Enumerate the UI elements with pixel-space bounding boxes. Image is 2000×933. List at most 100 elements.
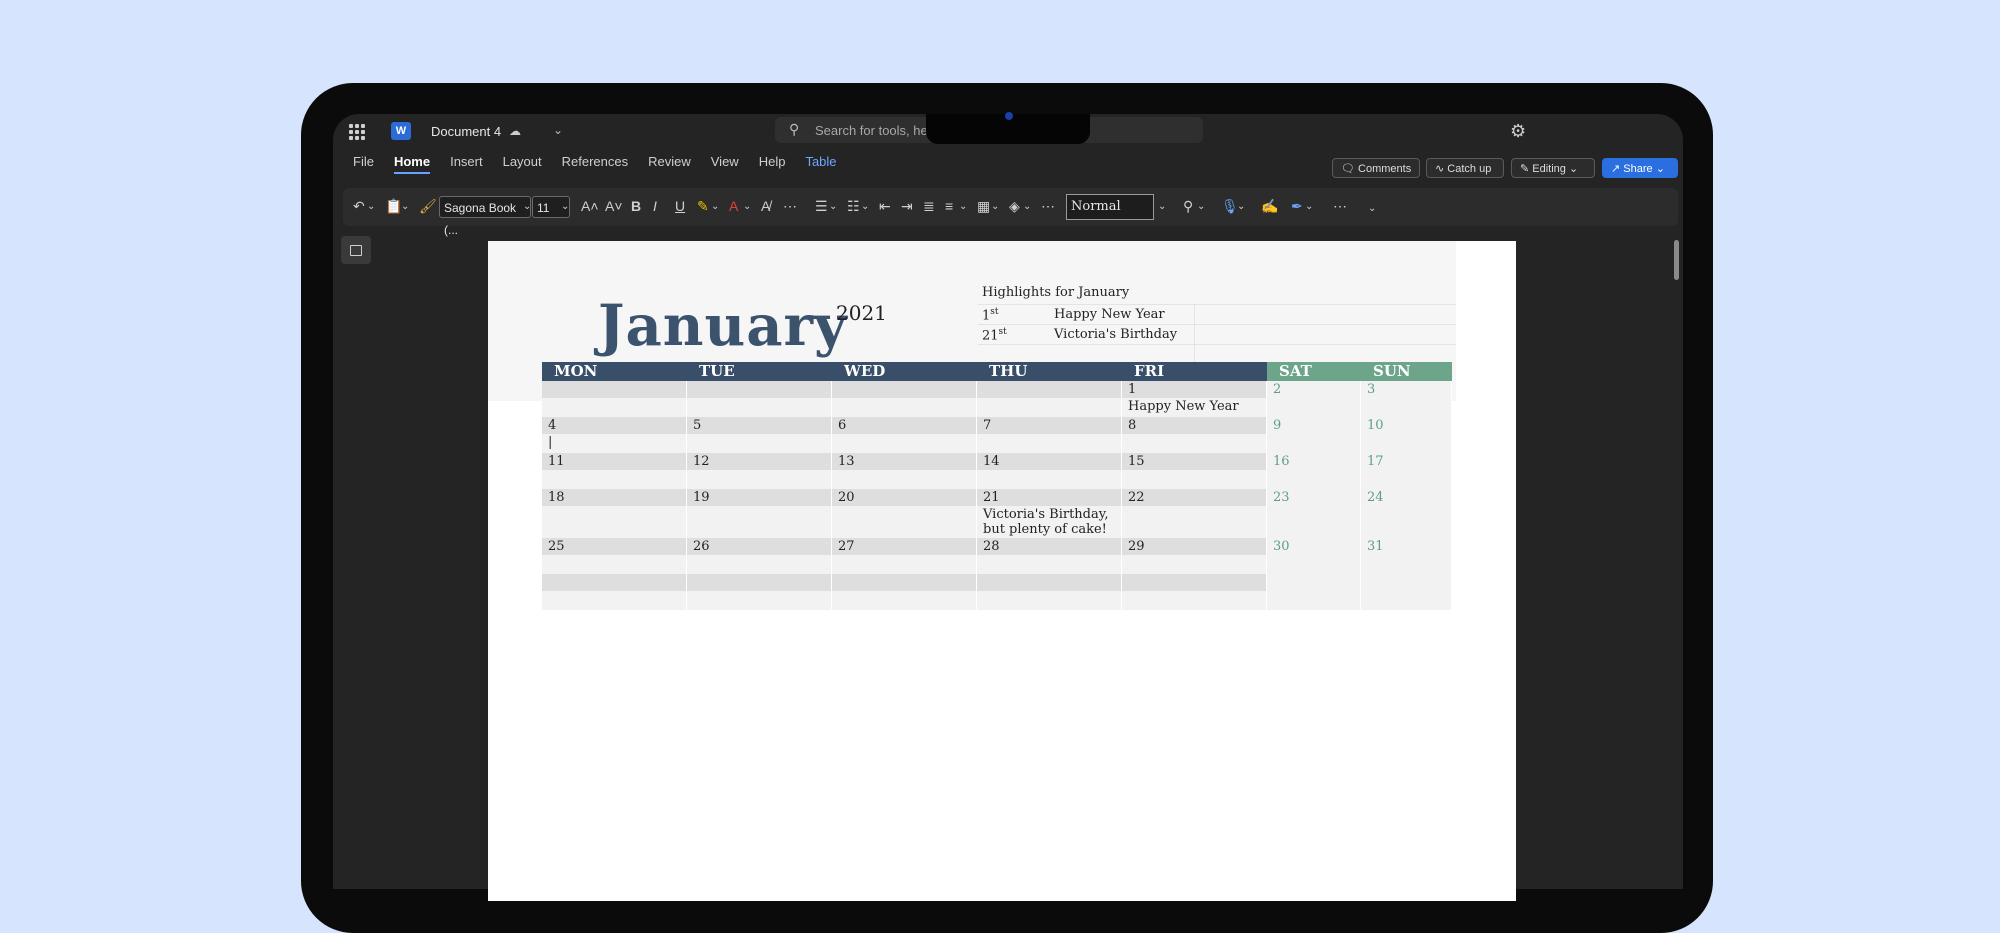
catch-up-button[interactable]: ∿ Catch up <box>1426 158 1504 178</box>
tab-table[interactable]: Table <box>805 152 836 174</box>
shrink-font-icon[interactable]: A˅ <box>605 198 623 214</box>
tab-view[interactable]: View <box>711 152 739 174</box>
italic-icon[interactable]: I <box>653 198 657 214</box>
day-cell[interactable] <box>1267 574 1361 610</box>
day-cell[interactable]: 13 <box>832 453 977 489</box>
paste-clipboard-icon[interactable]: 📋 <box>385 198 402 215</box>
day-cell[interactable]: 14 <box>977 453 1122 489</box>
share-button[interactable]: ↗ Share ⌄ <box>1602 158 1678 178</box>
day-cell[interactable]: 29 <box>1122 538 1267 574</box>
chevron-down-icon[interactable]: ⌄ <box>1023 201 1031 212</box>
font-color-icon[interactable]: A <box>729 198 738 214</box>
app-launcher-icon[interactable] <box>349 124 365 140</box>
tab-help[interactable]: Help <box>759 152 786 174</box>
day-cell[interactable]: 28 <box>977 538 1122 574</box>
chevron-down-icon[interactable]: ⌄ <box>711 201 719 212</box>
day-cell[interactable]: 10 <box>1361 417 1452 453</box>
more-font-options-icon[interactable]: ⋯ <box>783 198 797 215</box>
more-options-icon[interactable]: ⋯ <box>1333 198 1347 215</box>
day-cell[interactable] <box>832 574 977 610</box>
day-cell[interactable]: 11 <box>542 453 687 489</box>
font-name-select[interactable]: Sagona Book (... <box>439 196 531 237</box>
chevron-down-icon[interactable]: ⌄ <box>1197 201 1205 212</box>
day-cell[interactable] <box>832 381 977 417</box>
day-cell[interactable]: 31 <box>1361 538 1452 574</box>
tab-insert[interactable]: Insert <box>450 152 483 174</box>
chevron-down-icon[interactable]: ⌄ <box>367 201 375 212</box>
chevron-down-icon[interactable]: ⌄ <box>401 201 409 212</box>
day-cell[interactable]: 18 <box>542 489 687 538</box>
vertical-scrollbar[interactable] <box>1674 240 1679 280</box>
chevron-down-icon[interactable]: ⌄ <box>861 201 869 212</box>
day-cell[interactable]: 4 | <box>542 417 687 453</box>
day-cell[interactable] <box>687 574 832 610</box>
day-cell[interactable]: 7 <box>977 417 1122 453</box>
tab-layout[interactable]: Layout <box>503 152 542 174</box>
day-cell[interactable] <box>1122 574 1267 610</box>
chevron-down-icon[interactable]: ⌄ <box>959 201 967 212</box>
day-cell[interactable]: 22 <box>1122 489 1267 538</box>
clear-formatting-icon[interactable]: A̸ <box>761 198 770 214</box>
day-cell[interactable]: 26 <box>687 538 832 574</box>
decrease-indent-icon[interactable]: ⇤ <box>879 198 891 215</box>
day-cell[interactable] <box>977 381 1122 417</box>
bullets-icon[interactable]: ☰ <box>815 198 828 215</box>
designer-pen-icon[interactable]: ✒ <box>1291 198 1303 215</box>
day-cell[interactable]: 23 <box>1267 489 1361 538</box>
undo-icon[interactable]: ↶ <box>353 198 365 215</box>
day-cell[interactable]: 12 <box>687 453 832 489</box>
day-cell[interactable]: 3 <box>1361 381 1452 417</box>
day-cell[interactable] <box>1361 574 1452 610</box>
day-cell[interactable]: 20 <box>832 489 977 538</box>
borders-icon[interactable]: ▦ <box>977 198 990 215</box>
bold-icon[interactable]: B <box>631 198 641 214</box>
day-cell[interactable]: 27 <box>832 538 977 574</box>
day-cell[interactable]: 15 <box>1122 453 1267 489</box>
chevron-down-icon[interactable]: ⌄ <box>1305 201 1313 212</box>
chevron-down-icon[interactable]: ⌄ <box>1158 201 1166 212</box>
tab-references[interactable]: References <box>562 152 628 174</box>
day-cell[interactable]: 17 <box>1361 453 1452 489</box>
day-cell[interactable]: 25 <box>542 538 687 574</box>
chevron-down-icon[interactable]: ⌄ <box>553 123 563 137</box>
editing-mode-button[interactable]: ✎ Editing ⌄ <box>1511 158 1595 178</box>
underline-icon[interactable]: U <box>675 198 685 214</box>
highlight-icon[interactable]: ✎ <box>697 198 709 215</box>
increase-indent-icon[interactable]: ⇥ <box>901 198 913 215</box>
day-cell[interactable]: 6 <box>832 417 977 453</box>
day-cell[interactable]: 19 <box>687 489 832 538</box>
style-select[interactable]: Normal <box>1066 194 1154 220</box>
document-page[interactable]: January 2021 Highlights for January 1st … <box>488 241 1516 901</box>
grow-font-icon[interactable]: A˄ <box>581 198 599 214</box>
multilevel-list-icon[interactable]: ≣ <box>923 198 935 215</box>
more-paragraph-options-icon[interactable]: ⋯ <box>1041 198 1055 215</box>
format-painter-icon[interactable]: 🖌 <box>419 198 437 215</box>
chevron-down-icon[interactable]: ⌄ <box>561 201 569 212</box>
day-cell[interactable]: 24 <box>1361 489 1452 538</box>
find-icon[interactable]: ⚲ <box>1183 198 1193 215</box>
day-cell[interactable] <box>687 381 832 417</box>
day-cell[interactable]: 16 <box>1267 453 1361 489</box>
day-cell[interactable] <box>977 574 1122 610</box>
align-icon[interactable]: ≡ <box>945 198 953 214</box>
comments-button[interactable]: 🗨 Comments <box>1332 158 1420 178</box>
day-cell[interactable]: 5 <box>687 417 832 453</box>
chevron-down-icon[interactable]: ⌄ <box>743 201 751 212</box>
shading-icon[interactable]: ◈ <box>1009 198 1020 215</box>
collapse-ribbon-icon[interactable]: ⌄ <box>1368 203 1376 214</box>
tab-file[interactable]: File <box>353 152 374 174</box>
day-cell[interactable]: 2 <box>1267 381 1361 417</box>
day-cell[interactable]: 9 <box>1267 417 1361 453</box>
chevron-down-icon[interactable]: ⌄ <box>523 201 531 212</box>
day-cell[interactable] <box>542 381 687 417</box>
numbering-icon[interactable]: ☷ <box>847 198 860 215</box>
day-cell[interactable]: 30 <box>1267 538 1361 574</box>
editor-icon[interactable]: ✍ <box>1261 198 1278 215</box>
chevron-down-icon[interactable]: ⌄ <box>1237 201 1245 212</box>
chevron-down-icon[interactable]: ⌄ <box>829 201 837 212</box>
day-cell[interactable]: 8 <box>1122 417 1267 453</box>
tab-home[interactable]: Home <box>393 152 431 174</box>
day-cell[interactable]: 1 Happy New Year <box>1122 381 1267 417</box>
tab-review[interactable]: Review <box>648 152 691 174</box>
day-cell[interactable]: 21 Victoria's Birthday, but plenty of cak… <box>977 489 1122 538</box>
